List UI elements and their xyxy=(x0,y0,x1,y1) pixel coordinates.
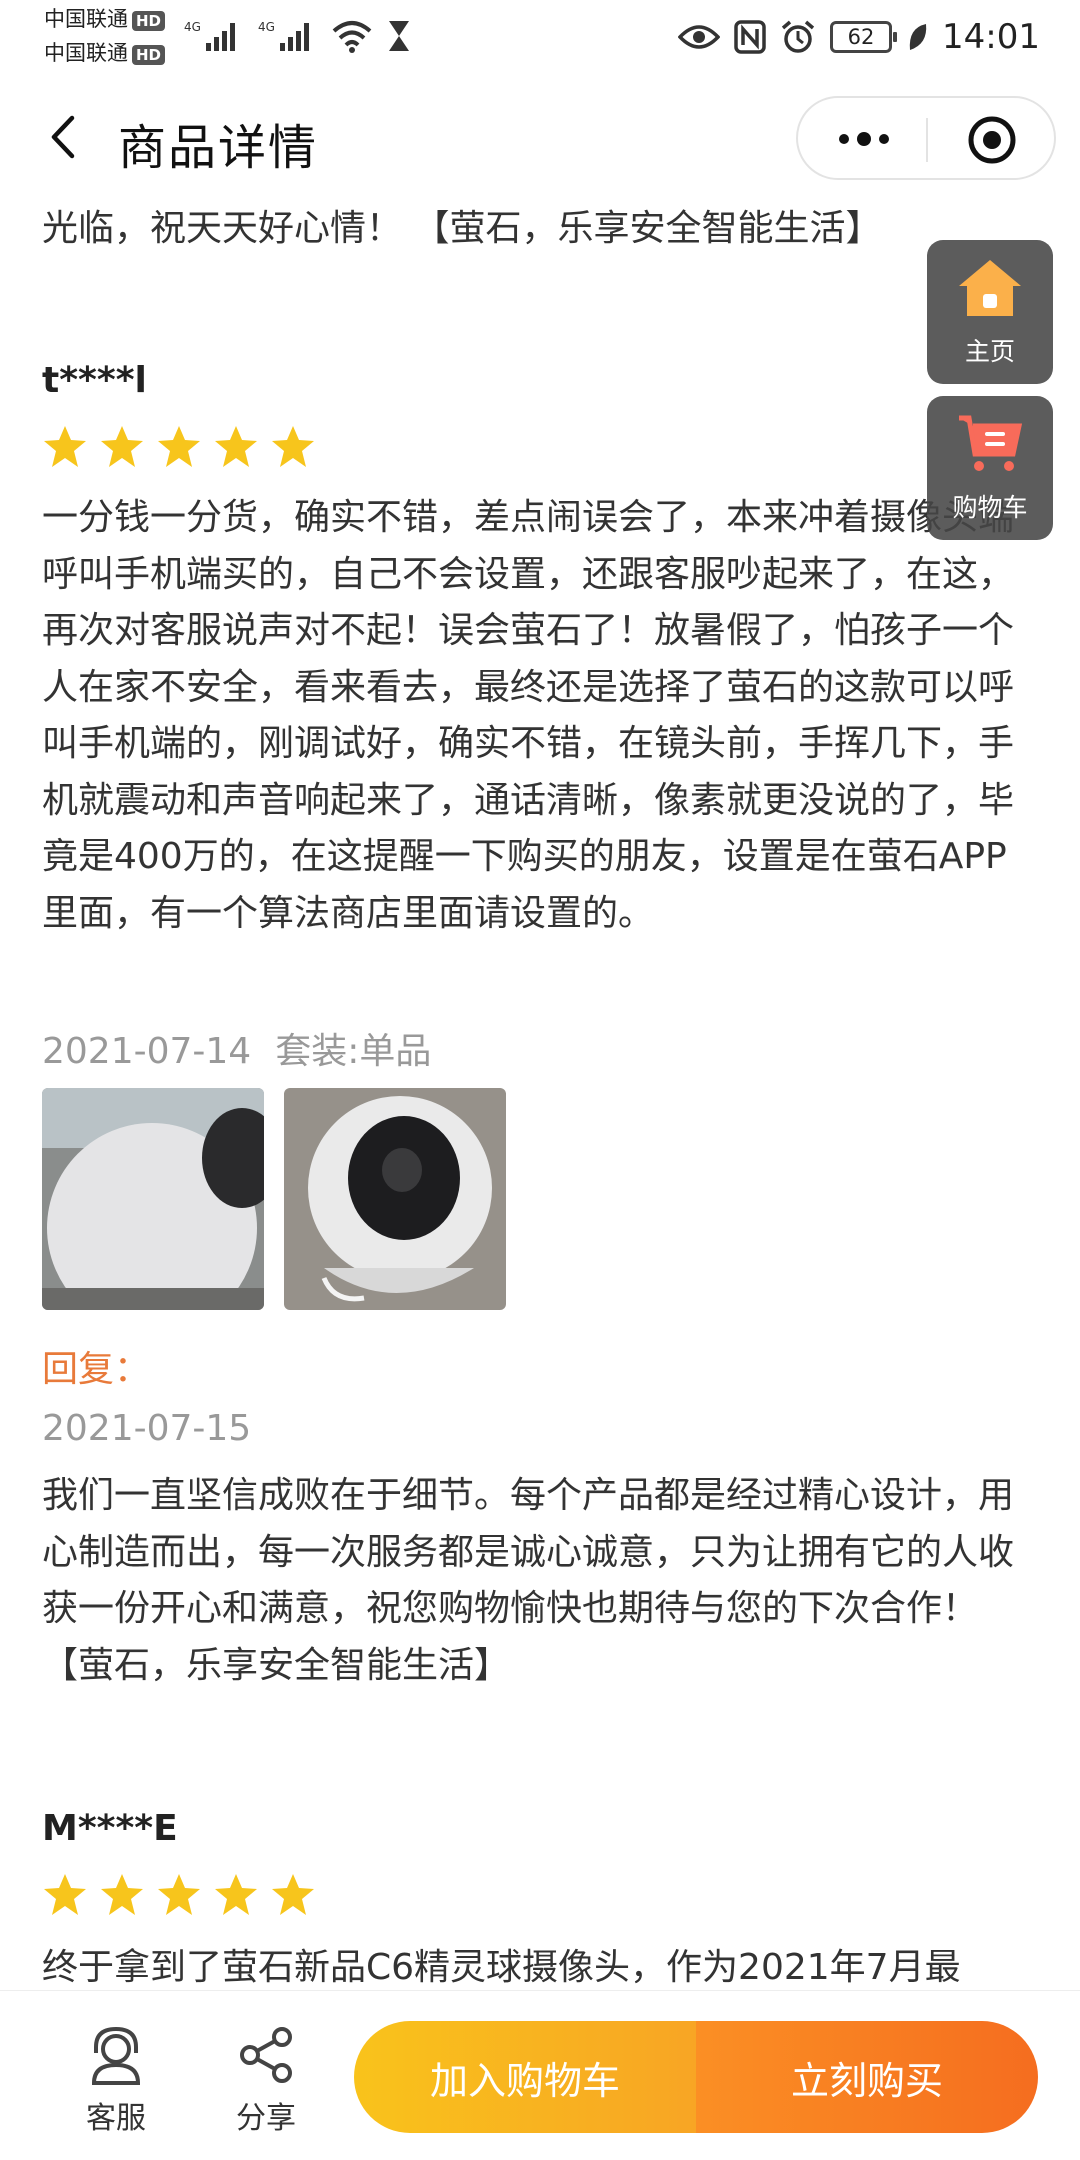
rating-stars xyxy=(42,424,316,470)
share-icon xyxy=(240,2027,292,2083)
service-label: 客服 xyxy=(86,2101,146,2136)
cart-label: 购物车 xyxy=(952,493,1028,522)
camera-photo-1 xyxy=(42,1088,264,1310)
cart-icon xyxy=(959,415,1023,471)
carrier-1: 中国联通 HD xyxy=(44,6,166,32)
camera-photo-2 xyxy=(284,1088,506,1310)
home-float-button[interactable]: 主页 xyxy=(927,240,1053,384)
svg-text:4G: 4G xyxy=(258,20,275,34)
star-icon xyxy=(272,426,314,467)
star-icon xyxy=(44,426,86,467)
previous-reply-text: 光临，祝天天好心情！ 【萤石，乐享安全智能生活】 xyxy=(42,208,882,249)
review-date: 2021-07-14 xyxy=(42,1031,252,1072)
add-to-cart-button[interactable]: 加入购物车 xyxy=(354,2021,696,2133)
nfc-icon xyxy=(734,20,766,54)
close-target-icon[interactable] xyxy=(966,114,1018,166)
purchase-actions: 加入购物车 立刻购买 xyxy=(354,2021,1038,2133)
share-button[interactable]: 分享 xyxy=(216,2025,316,2137)
star-icon xyxy=(215,1874,257,1915)
signal-icon-2: 4G xyxy=(258,20,309,51)
mini-program-capsule xyxy=(796,96,1056,180)
reviewer-name: M****E xyxy=(42,1808,178,1849)
capsule-divider xyxy=(926,118,928,162)
status-signal-group: 4G 4G xyxy=(184,16,412,56)
bottom-action-bar: 客服 分享 加入购物车 立刻购买 xyxy=(0,1990,1080,2160)
nav-header: 商品详情 xyxy=(0,90,1080,186)
status-system-group: 62 14:01 xyxy=(678,14,1040,60)
battery-indicator: 62 xyxy=(830,21,898,53)
share-label: 分享 xyxy=(236,2101,296,2136)
review-body: 一分钱一分货，确实不错，差点闹误会了，本来冲着摄像头端呼叫手机端买的，自己不会设… xyxy=(42,497,1015,934)
review-photo[interactable] xyxy=(42,1088,264,1310)
star-icon xyxy=(44,1874,86,1915)
star-icon xyxy=(158,1874,200,1915)
more-dots-icon[interactable] xyxy=(834,124,894,154)
wifi-icon xyxy=(332,21,372,53)
reply-body: 我们一直坚信成败在于细节。每个产品都是经过精心设计，用心制造而出，每一次服务都是… xyxy=(42,1475,1015,1686)
star-icon xyxy=(272,1874,314,1915)
star-icon xyxy=(101,1874,143,1915)
hourglass-icon xyxy=(389,21,409,51)
status-time: 14:01 xyxy=(942,17,1040,57)
leaf-icon xyxy=(909,24,927,50)
carrier-2: 中国联通 HD xyxy=(44,40,166,66)
home-icon xyxy=(959,260,1021,316)
status-bar: 中国联通 HD 中国联通 HD 4G 4G 62 14:01 xyxy=(0,0,1080,80)
buy-now-button[interactable]: 立刻购买 xyxy=(696,2021,1038,2133)
reviewer-name: t****l xyxy=(42,360,147,401)
review-variant: 套装:单品 xyxy=(275,1031,432,1072)
reply-date: 2021-07-15 xyxy=(42,1408,252,1449)
review-body: 终于拿到了萤石新品C6精灵球摄像头，作为2021年7月最 xyxy=(42,1947,961,1988)
rating-stars xyxy=(42,1872,316,1918)
review-photo[interactable] xyxy=(284,1088,506,1310)
cart-float-button[interactable]: 购物车 xyxy=(927,396,1053,540)
headset-icon xyxy=(91,2026,141,2085)
alarm-icon xyxy=(781,20,815,53)
eye-icon xyxy=(678,25,721,49)
home-label: 主页 xyxy=(964,337,1015,366)
customer-service-button[interactable]: 客服 xyxy=(66,2025,166,2137)
svg-text:4G: 4G xyxy=(184,20,201,34)
signal-icon: 4G xyxy=(184,20,235,51)
back-arrow-icon[interactable] xyxy=(40,112,90,162)
star-icon xyxy=(215,426,257,467)
star-icon xyxy=(101,426,143,467)
page-title: 商品详情 xyxy=(118,120,319,176)
star-icon xyxy=(158,426,200,467)
reply-label: 回复： xyxy=(42,1349,151,1390)
review-meta: 2021-07-14 套装:单品 xyxy=(42,1022,431,1074)
